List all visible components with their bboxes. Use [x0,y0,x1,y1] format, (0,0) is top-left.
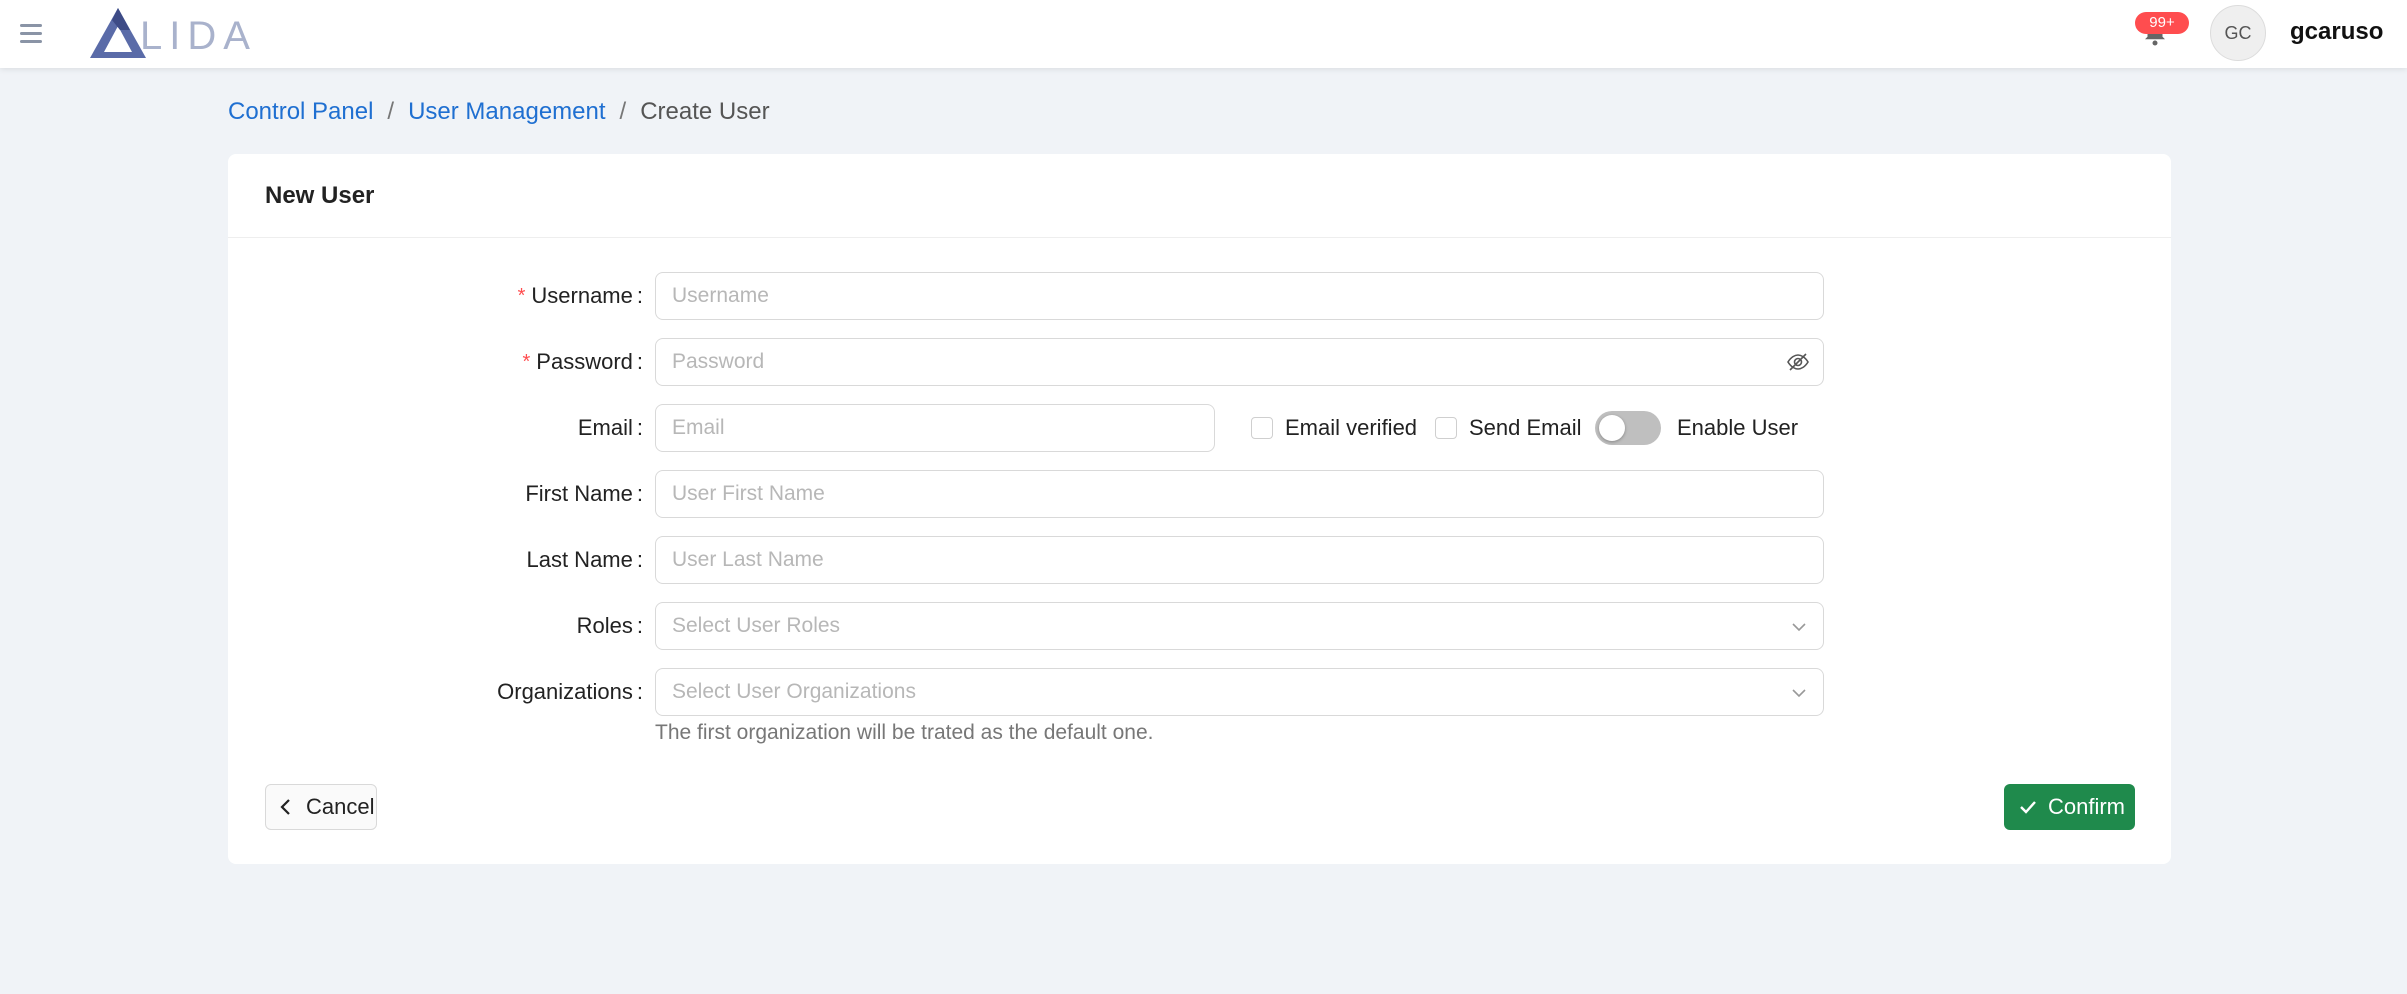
roles-row: Roles : Select User Roles [228,602,2171,650]
first-name-label: First Name : [525,470,643,518]
roles-placeholder: Select User Roles [672,614,841,637]
logo[interactable]: LIDA [88,4,268,62]
required-marker: * [522,350,531,373]
breadcrumb-control-panel[interactable]: Control Panel [228,98,373,126]
organizations-label-text: Organizations [497,679,633,704]
checkbox-box[interactable] [1435,417,1457,439]
last-name-label: Last Name : [526,536,643,584]
eye-invisible-icon[interactable] [1786,350,1810,374]
chevron-down-icon [1792,623,1806,632]
roles-label-text: Roles [576,613,633,638]
first-name-input[interactable] [655,470,1824,518]
chevron-down-icon [1792,689,1806,698]
last-name-label-text: Last Name [526,547,633,572]
organizations-row: Organizations : Select User Organization… [228,668,2171,716]
password-label: * Password : [522,338,643,386]
label-colon: : [636,613,643,638]
checkbox-box[interactable] [1251,417,1273,439]
label-colon: : [636,349,643,374]
organizations-select[interactable]: Select User Organizations [655,668,1824,716]
organizations-label: Organizations : [497,668,643,716]
email-row: Email : Email verified Send Email Enable… [228,404,2171,452]
avatar[interactable]: GC [2210,5,2266,61]
email-input[interactable] [655,404,1215,452]
organizations-help-text: The first organization will be trated as… [655,721,1154,744]
cancel-label: Cancel [306,794,375,819]
chevron-left-icon [280,799,290,815]
send-email-checkbox[interactable]: Send Email [1435,404,1582,452]
label-colon: : [636,481,643,506]
enable-user-toggle[interactable] [1595,411,1661,445]
organizations-placeholder: Select User Organizations [672,680,916,703]
enable-user-label: Enable User [1677,415,1799,440]
label-colon: : [636,415,643,440]
last-name-row: Last Name : [228,536,2171,584]
first-name-row: First Name : [228,470,2171,518]
username-label: * Username : [518,272,643,320]
logo-mark-icon [90,8,146,58]
last-name-input[interactable] [655,536,1824,584]
enable-user-group: Enable User [1595,404,1798,452]
label-colon: : [636,283,643,308]
menu-icon[interactable] [20,20,46,46]
check-icon [2020,801,2036,814]
email-verified-label: Email verified [1285,415,1418,440]
password-row: * Password : [228,338,2171,386]
label-colon: : [636,547,643,572]
logo-text: LIDA [140,14,257,58]
roles-select[interactable]: Select User Roles [655,602,1824,650]
required-marker: * [517,284,526,307]
username-input[interactable] [655,272,1824,320]
email-verified-checkbox[interactable]: Email verified [1251,404,1417,452]
send-email-label: Send Email [1469,415,1582,440]
cancel-button[interactable]: Cancel [265,784,377,830]
card-title: New User [228,154,2171,238]
breadcrumb-separator: / [619,98,627,125]
breadcrumb-separator: / [387,98,395,125]
label-colon: : [636,679,643,704]
email-label-text: Email [577,415,633,440]
top-bar: LIDA 99+ GC gcaruso [0,0,2407,68]
toggle-knob [1599,415,1625,441]
confirm-label: Confirm [2048,794,2126,819]
breadcrumb-current: Create User [640,98,770,125]
breadcrumb: Control Panel / User Management / Create… [228,98,770,126]
password-label-text: Password [536,349,633,374]
username-label-text: Username [531,283,633,308]
new-user-card: New User * Username : * Password : Email… [228,154,2171,864]
username-label[interactable]: gcaruso [2290,18,2383,46]
confirm-button[interactable]: Confirm [2004,784,2135,830]
username-row: * Username : [228,272,2171,320]
breadcrumb-user-management[interactable]: User Management [408,98,605,126]
notification-badge[interactable]: 99+ [2135,12,2189,34]
password-input[interactable] [655,338,1824,386]
email-label: Email : [578,404,643,452]
first-name-label-text: First Name [525,481,633,506]
roles-label: Roles : [577,602,643,650]
